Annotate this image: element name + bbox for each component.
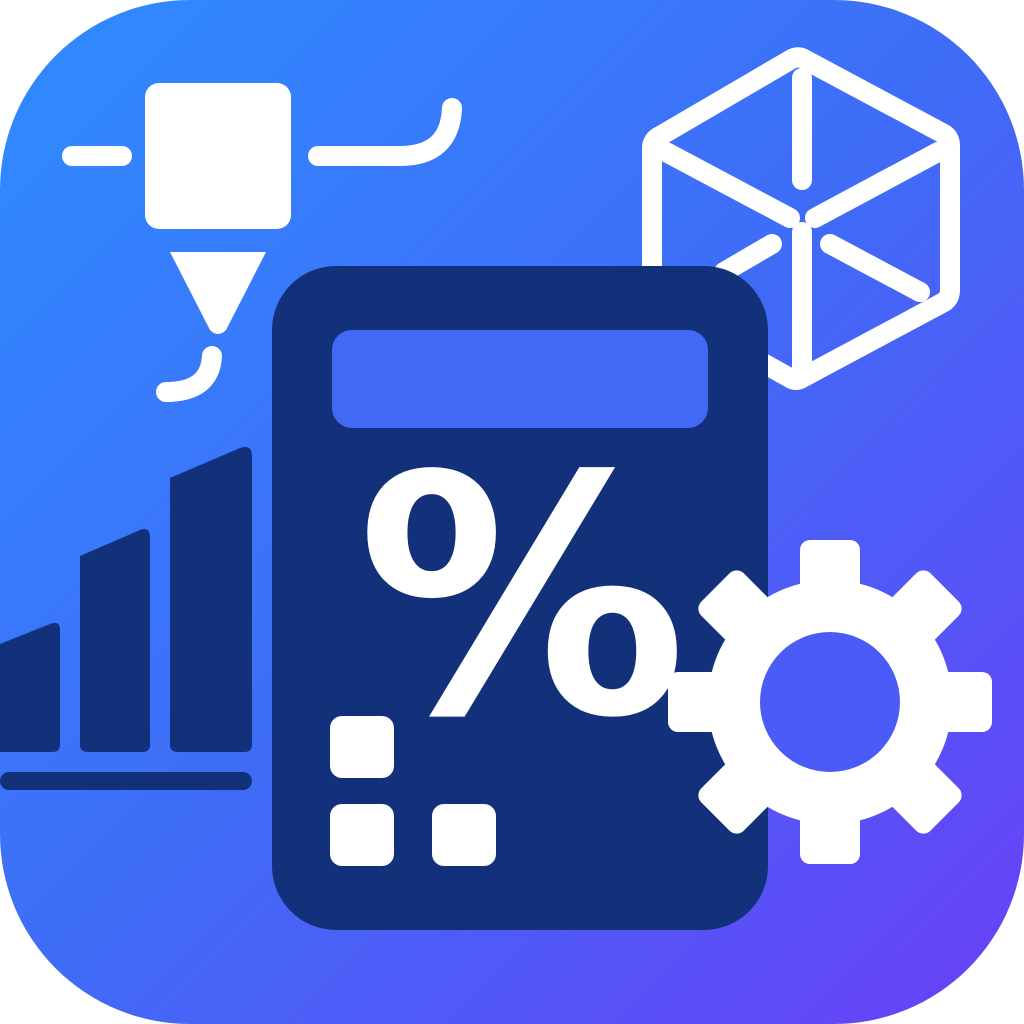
calculator-key: [432, 804, 496, 866]
percent-icon: %: [356, 406, 688, 790]
calculator-key: [330, 804, 394, 866]
gear-icon: [668, 540, 992, 864]
app-icon: %: [0, 0, 1024, 1024]
